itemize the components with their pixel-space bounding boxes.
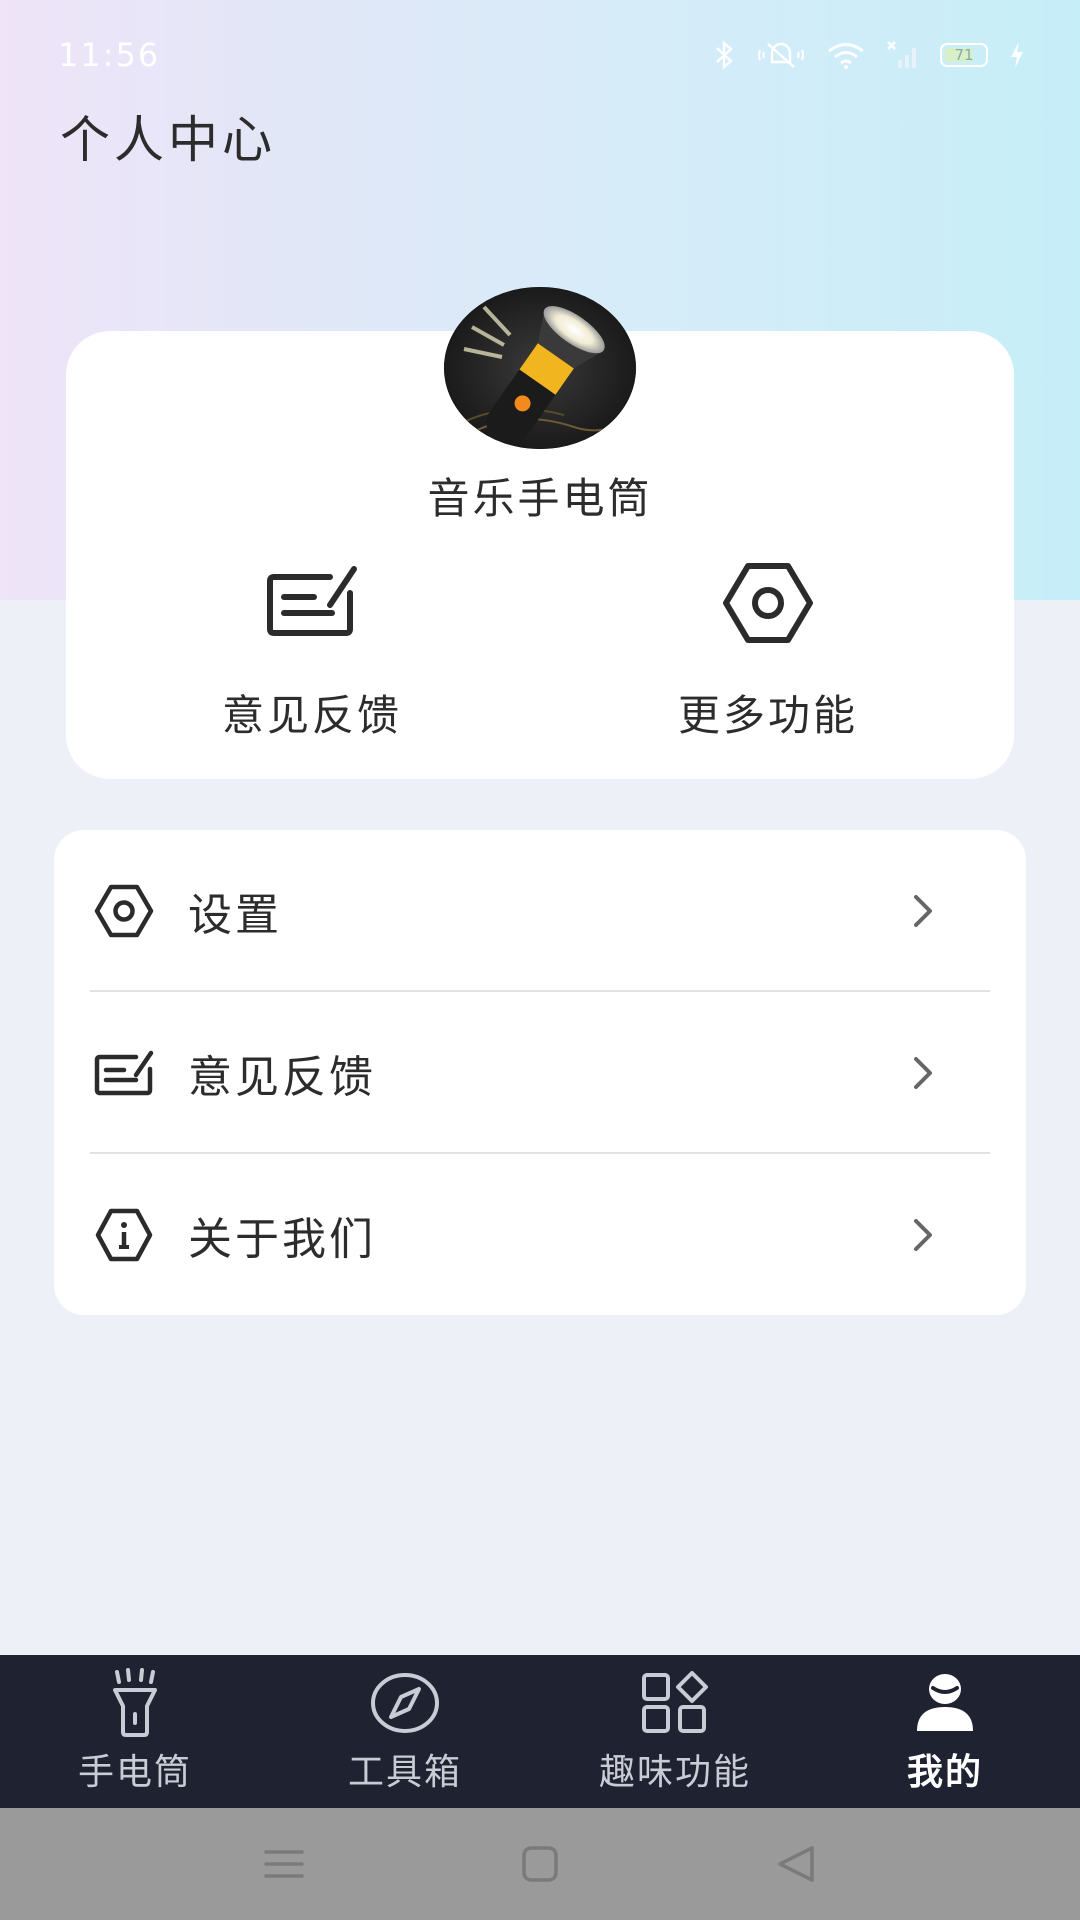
- battery-level: 71: [954, 46, 974, 64]
- tab-toolbox[interactable]: 工具箱: [270, 1655, 540, 1808]
- tab-flashlight-label: 手电筒: [77, 1752, 192, 1793]
- system-navigation-bar: [0, 1808, 1080, 1920]
- flashlight-logo-icon: [444, 287, 636, 449]
- chevron-right-icon: [914, 1218, 932, 1251]
- app-name: 音乐手电筒: [427, 474, 653, 523]
- tab-mine[interactable]: 我的: [810, 1655, 1080, 1808]
- menu-item-settings-label: 设置: [188, 889, 282, 941]
- menu-item-about-us[interactable]: 关于我们: [54, 1154, 1026, 1315]
- compass-icon: [365, 1667, 445, 1739]
- quick-action-more-features[interactable]: 更多功能: [638, 558, 898, 743]
- status-icons: 71: [714, 40, 1026, 70]
- page-title: 个人中心: [60, 111, 276, 169]
- menu-item-about-us-label: 关于我们: [188, 1213, 376, 1265]
- menu-item-feedback-label: 意见反馈: [188, 1051, 376, 1103]
- user-icon: [905, 1667, 985, 1739]
- charging-icon: [1011, 42, 1023, 68]
- status-time: 11:56: [58, 36, 161, 74]
- apps-icon: [635, 1667, 715, 1739]
- back-icon[interactable]: [774, 1844, 818, 1884]
- mute-bell-icon: [758, 42, 804, 68]
- feedback-icon: [262, 558, 362, 648]
- menu-card: 设置 意见反馈 关于我们: [54, 830, 1026, 1315]
- tab-mine-label: 我的: [906, 1752, 983, 1793]
- wifi-icon: [828, 43, 864, 69]
- tab-fun-features[interactable]: 趣味功能: [540, 1655, 810, 1808]
- bottom-tab-bar: 手电筒 工具箱 趣味功能 我的: [0, 1655, 1080, 1808]
- gear-icon: [718, 558, 818, 648]
- quick-action-feedback[interactable]: 意见反馈: [182, 558, 442, 743]
- bluetooth-icon: [716, 40, 733, 70]
- menu-item-settings[interactable]: 设置: [54, 830, 1026, 991]
- app-avatar[interactable]: [444, 287, 636, 449]
- quick-action-feedback-label: 意见反馈: [221, 691, 402, 740]
- signal-icon: [887, 41, 916, 68]
- status-bar: 11:56 71: [0, 0, 1080, 110]
- menu-item-feedback[interactable]: 意见反馈: [54, 992, 1026, 1153]
- tab-toolbox-label: 工具箱: [347, 1752, 462, 1793]
- battery-icon: 71: [940, 43, 988, 67]
- tab-flashlight[interactable]: 手电筒: [0, 1655, 270, 1808]
- chevron-right-icon: [914, 1056, 932, 1089]
- feedback-icon: [94, 1043, 154, 1103]
- menu-icon[interactable]: [262, 1844, 306, 1884]
- shield-info-icon: [94, 1205, 154, 1265]
- quick-action-more-features-label: 更多功能: [677, 691, 858, 740]
- chevron-right-icon: [914, 894, 932, 927]
- flashlight-icon: [95, 1667, 175, 1739]
- home-icon[interactable]: [518, 1844, 562, 1884]
- gear-icon: [94, 881, 154, 941]
- tab-fun-features-label: 趣味功能: [598, 1752, 751, 1793]
